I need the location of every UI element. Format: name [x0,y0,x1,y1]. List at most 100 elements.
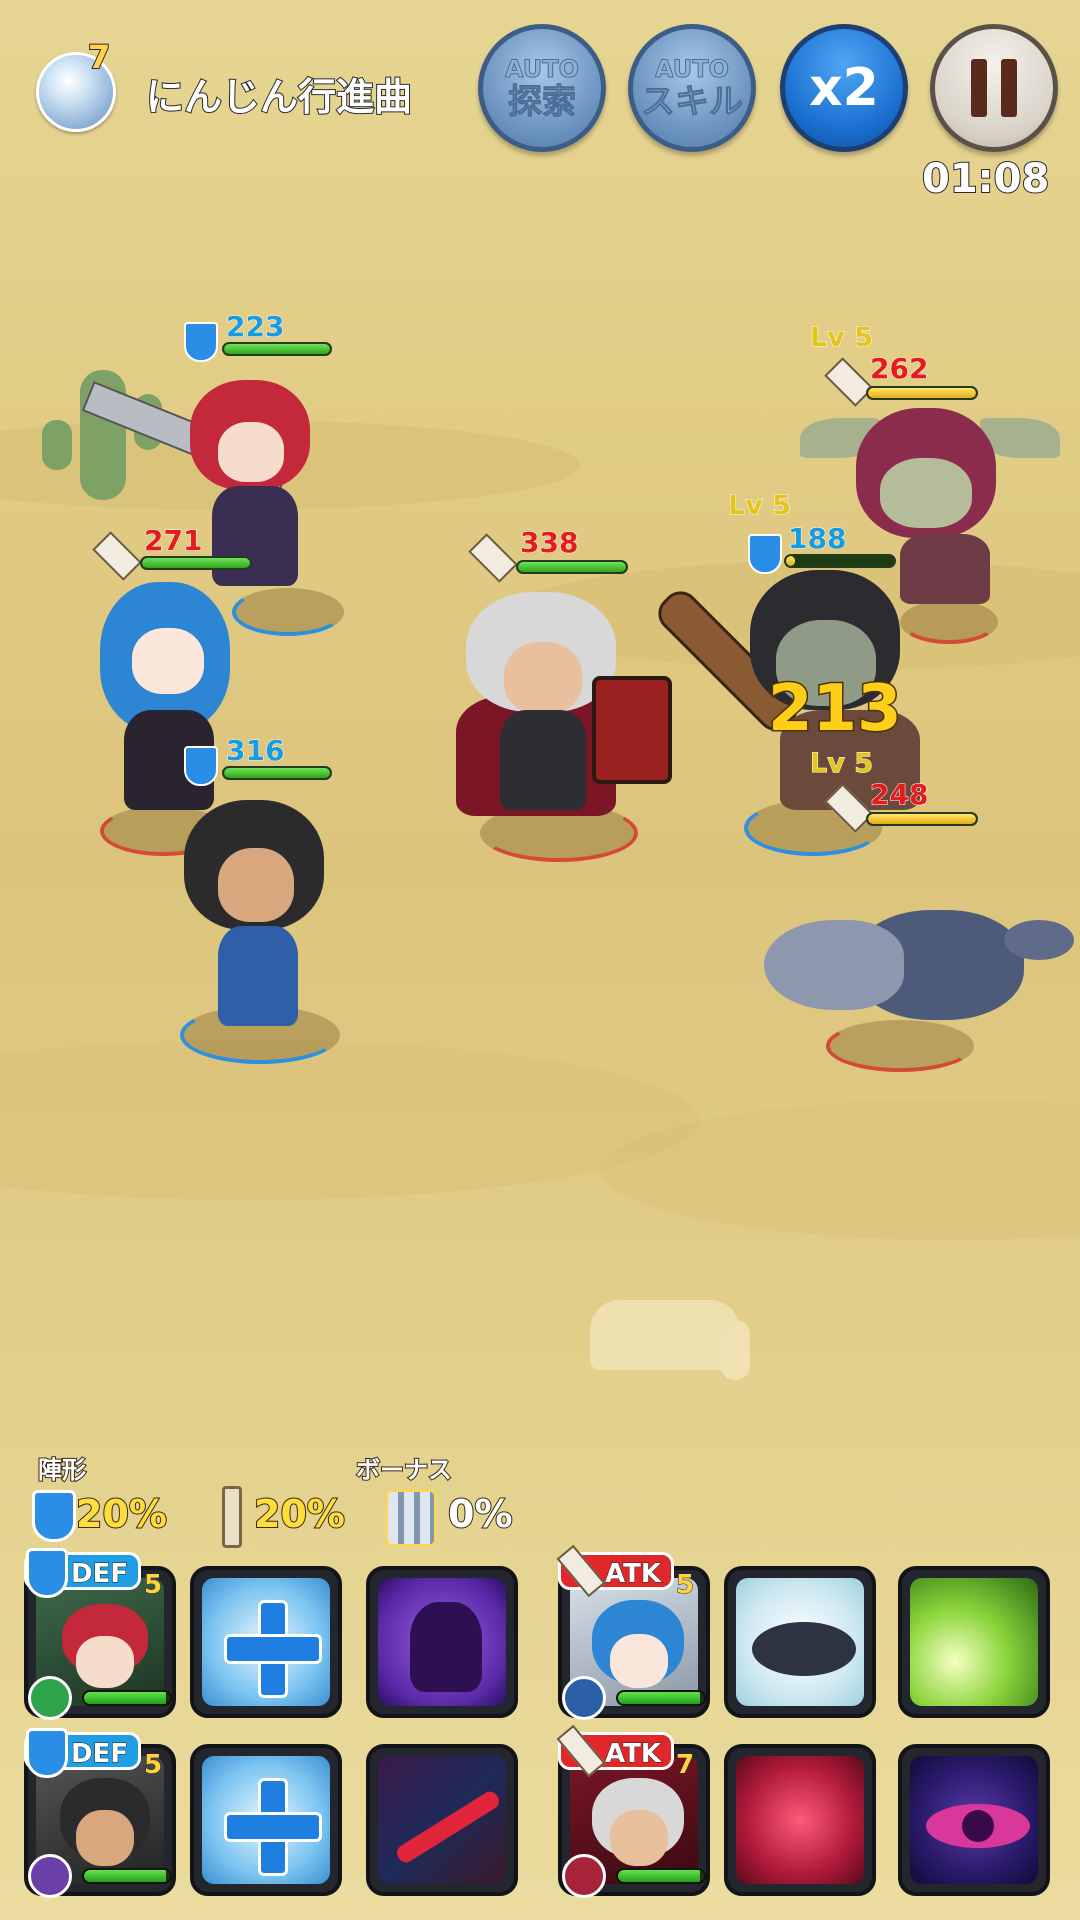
enemy-2-stat: 188 [787,522,847,556]
orb-badge: 7 [87,37,111,77]
hp-fill [224,344,330,354]
auto-skill-button[interactable]: AUTO スキル [628,24,756,152]
damage-popup: 213 [767,671,904,748]
enemy-1-hp-bar [866,386,978,400]
swords-role-icon [562,1676,606,1720]
party-3-hp-bar [82,1868,172,1884]
skill-slash-3[interactable] [366,1744,518,1896]
party-4-hp-bar [616,1868,706,1884]
bonus-percent: 0% [447,1491,514,1537]
battle-timer: 01:08 [921,155,1050,203]
hp-fill [868,388,976,398]
pause-icon [1001,59,1017,117]
atk-sword-icon [222,1486,242,1548]
party-2-hp-bar [616,1690,706,1706]
role-label: DEF [70,1739,129,1770]
unit-face [504,642,582,714]
auto-explore-button[interactable]: AUTO 探索 [478,24,606,152]
enemy-1-level: Lv 5 [810,322,874,354]
skill-bg [910,1578,1038,1706]
skill-eye-4[interactable] [898,1744,1050,1896]
ally-2-stat: 271 [143,524,203,558]
def-shield-icon [26,1728,68,1778]
hp-fill [786,556,795,566]
def-shield-icon [32,1490,76,1542]
ally-unit-3[interactable] [180,790,330,1030]
unit-face [880,458,972,528]
plus-icon [224,1634,322,1664]
party-1-level: 5 [143,1570,163,1601]
unit-face [132,628,204,694]
eye-pupil-icon [962,1810,994,1842]
demon-silhouette-icon [410,1602,482,1692]
speed-label: x2 [809,58,879,118]
portrait-face [610,1810,668,1866]
auto-explore-line2: 探索 [508,82,577,122]
hp-fill [618,1692,700,1704]
unit-face [218,848,294,922]
skill-heal-3[interactable] [190,1744,342,1896]
shield-role-icon [28,1854,72,1898]
portrait-face [610,1634,668,1688]
hp-fill [84,1870,166,1882]
def-shield-icon [184,746,218,786]
def-bonus-percent: 20% [75,1491,168,1537]
skill-bubbles-4[interactable] [724,1744,876,1896]
hp-fill [518,562,626,572]
pause-button[interactable] [930,24,1058,152]
def-shield-icon [748,534,782,574]
skill-fish-2[interactable] [724,1566,876,1718]
ally-1-stat: 223 [225,310,285,344]
enemy-3-stat: 248 [869,778,929,812]
ally-2-hp-bar [140,556,252,570]
ally-unit-4[interactable] [446,586,672,826]
hp-fill [142,558,250,568]
ally-3-hp-bar [222,766,332,780]
bones [590,1300,740,1370]
skill-bg [736,1756,864,1884]
ally-3-stat: 316 [225,734,285,768]
unit-body [218,926,298,1026]
ally-unit-2[interactable] [96,560,236,820]
party-3-level: 5 [143,1750,163,1781]
triple-sword-icon [386,1490,436,1546]
def-shield-icon [26,1548,68,1598]
enemy-wolf[interactable] [764,880,1074,1040]
shield-role-icon [28,1676,72,1720]
ally-1-hp-bar [222,342,332,356]
hp-fill [868,814,976,824]
unit-face [218,422,284,482]
unit-head [764,920,904,1010]
quest-title: にんじん行進曲 [145,74,413,120]
cactus-arm [42,420,72,470]
role-label: ATK [605,1739,662,1770]
atk-sword-icon [468,533,518,583]
dune [0,1040,700,1200]
unit-body [500,710,586,810]
tail [1004,920,1074,960]
bones [720,1320,750,1380]
ally-4-hp-bar [516,560,628,574]
auto-skill-line2: スキル [641,82,744,122]
auto-skill-line1: AUTO [654,55,730,84]
role-label: DEF [70,1559,129,1590]
formation-label: 陣形 [37,1455,87,1485]
party-1-hp-bar [82,1690,172,1706]
skill-heal-1[interactable] [190,1566,342,1718]
role-label: ATK [605,1559,662,1590]
skill-dark-1[interactable] [366,1566,518,1718]
skill-wind-2[interactable] [898,1566,1050,1718]
speed-x2-button[interactable]: x2 [780,24,908,152]
party-4-level: 7 [675,1750,695,1781]
def-shield-icon [184,322,218,362]
enemy-2-level: Lv 5 [728,490,792,522]
atk-sword-icon [824,357,874,407]
enemy-3-hp-bar [866,812,978,826]
enemy-3-level: Lv 5 [810,748,874,780]
auto-explore-line1: AUTO [504,55,580,84]
atk-bonus-percent: 20% [253,1491,346,1537]
swords-role-icon [562,1854,606,1898]
pause-icon [971,59,987,117]
party-2-level: 5 [675,1570,695,1601]
fish-icon [752,1622,856,1676]
